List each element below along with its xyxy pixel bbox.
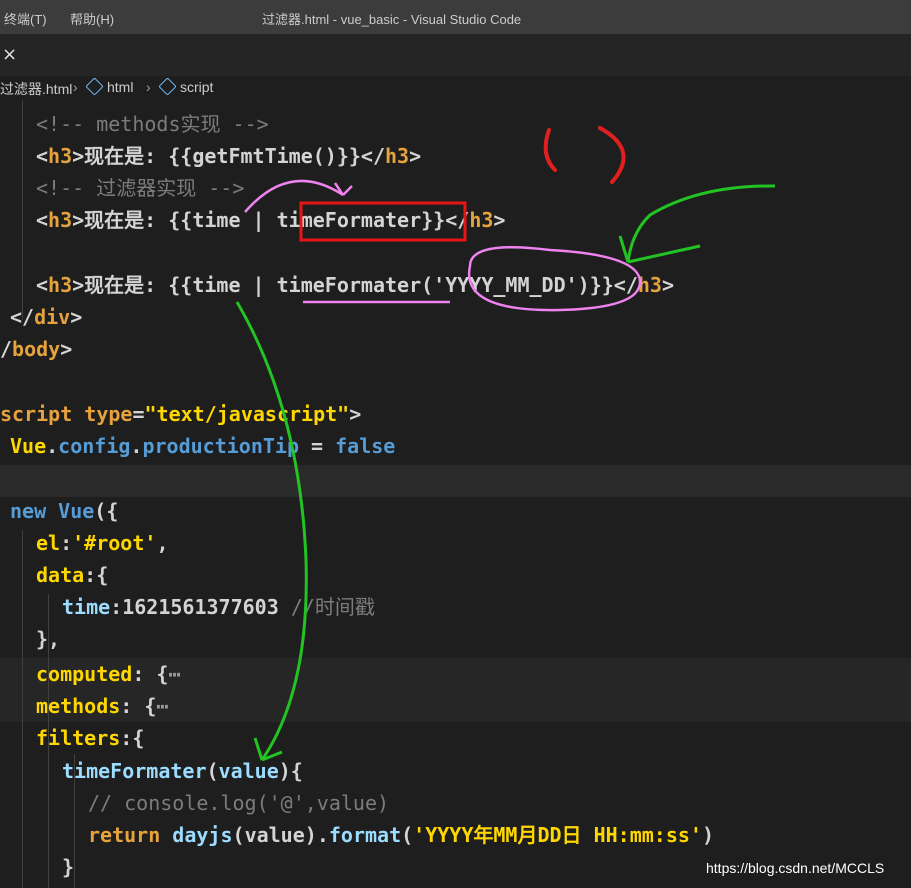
code-line-9: Vue.config.productionTip = false bbox=[10, 434, 396, 458]
code-line-17: filters:{ bbox=[36, 726, 145, 750]
chevron-right-icon: › bbox=[146, 79, 151, 95]
code-line-19: // console.log('@',value) bbox=[88, 791, 390, 815]
code-line-13: time:1621561377603 //时间戳 bbox=[62, 595, 375, 619]
code-line-12: data:{ bbox=[36, 563, 109, 587]
code-line-3: <!-- 过滤器实现 --> bbox=[36, 176, 245, 200]
code-line-18: timeFormater(value){ bbox=[62, 759, 303, 783]
code-line-2: <h3>现在是: {{getFmtTime()}}</h3> bbox=[36, 144, 422, 168]
code-editor[interactable]: <!-- methods实现 --> <h3>现在是: {{getFmtTime… bbox=[0, 100, 911, 888]
filter-name-highlight: timeFormater bbox=[276, 208, 422, 232]
indent-guide bbox=[22, 530, 23, 888]
window-title: 过滤器.html - vue_basic - Visual Studio Cod… bbox=[262, 12, 522, 27]
code-line-21: } bbox=[62, 855, 75, 879]
menu-terminal[interactable]: 终端(T) bbox=[4, 9, 47, 28]
breadcrumb-file[interactable]: 过滤器.html bbox=[0, 79, 72, 99]
folded-ellipsis-icon[interactable]: ⋯ bbox=[168, 662, 180, 686]
watermark: https://blog.csdn.net/MCCLS bbox=[706, 860, 885, 876]
current-line-highlight bbox=[0, 465, 911, 497]
code-line-5: <h3>现在是: {{time | timeFormater('YYYY_MM_… bbox=[36, 273, 675, 297]
code-line-14: }, bbox=[36, 627, 61, 651]
breadcrumb-script[interactable]: script bbox=[158, 77, 213, 96]
folded-ellipsis-icon[interactable]: ⋯ bbox=[156, 694, 168, 718]
code-line-16: methods: {⋯ bbox=[36, 694, 169, 718]
chevron-right-icon: › bbox=[73, 79, 78, 95]
code-line-4: <h3>现在是: {{time | timeFormater}}</h3> bbox=[36, 208, 506, 232]
tab-bar bbox=[0, 34, 911, 76]
code-line-11: el:'#root', bbox=[36, 531, 169, 555]
breadcrumb: 过滤器.html › html › script bbox=[0, 76, 911, 100]
code-line-8: script type="text/javascript"> bbox=[0, 402, 362, 426]
symbol-icon bbox=[158, 77, 177, 96]
indent-guide bbox=[22, 100, 23, 320]
code-line-15: computed: {⋯ bbox=[36, 662, 181, 686]
code-line-1: <!-- methods实现 --> bbox=[36, 112, 269, 136]
menu-help[interactable]: 帮助(H) bbox=[70, 9, 114, 28]
code-line-7: /body> bbox=[0, 337, 73, 361]
close-icon[interactable]: × bbox=[2, 44, 17, 65]
symbol-icon bbox=[85, 77, 104, 96]
title-bar: 终端(T) 帮助(H) 过滤器.html - vue_basic - Visua… bbox=[0, 0, 911, 34]
code-line-6: </div> bbox=[10, 305, 83, 329]
code-line-20: return dayjs(value).format('YYYY年MM月DD日 … bbox=[88, 823, 714, 847]
code-line-10: new Vue({ bbox=[10, 499, 119, 523]
breadcrumb-html[interactable]: html bbox=[85, 77, 133, 96]
